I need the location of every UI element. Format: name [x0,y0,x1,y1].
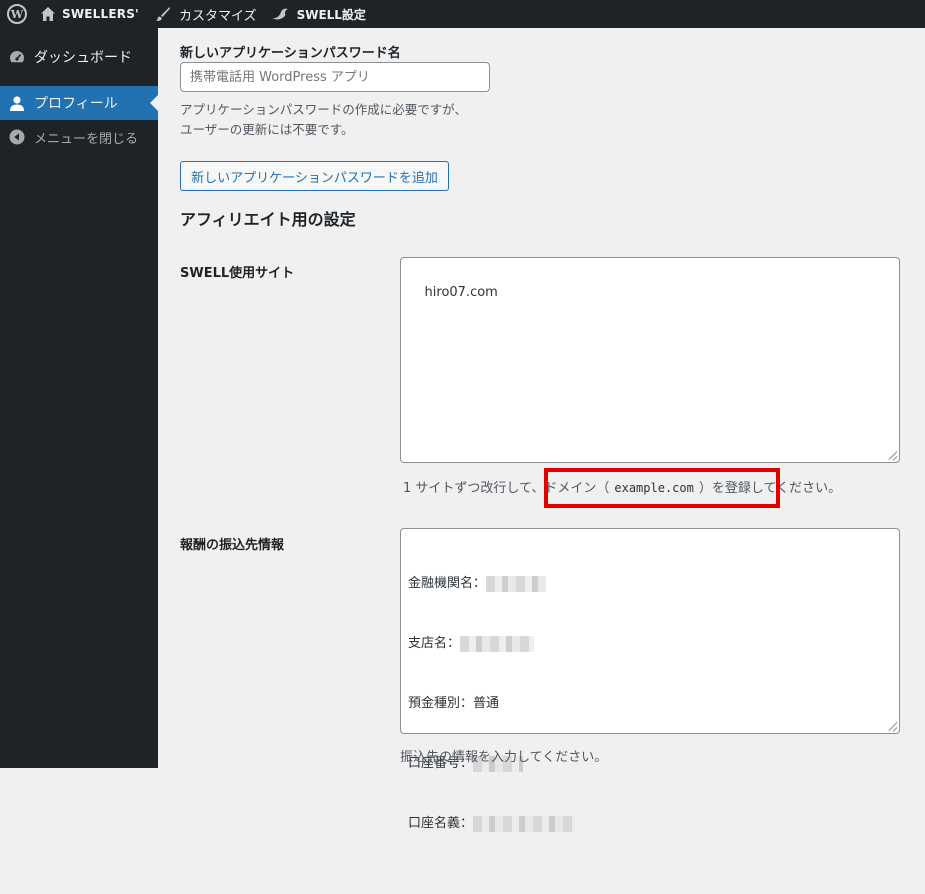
app-password-name-label: 新しいアプリケーションパスワード名 [180,46,401,61]
affiliate-section-title: アフィリエイト用の設定 [180,210,356,229]
app-password-description: アプリケーションパスワードの作成に必要ですが、 ユーザーの更新には不要です。 [180,100,467,140]
sidebar-item-label: プロフィール [34,96,118,112]
bank-line: 支店名： [408,634,892,654]
site-name-label: SWELLERS' [62,7,139,21]
sidebar-item-label: メニューを閉じる [34,131,139,147]
user-icon [8,94,26,112]
bank-line-label: 口座名義： [408,816,474,831]
add-app-password-button[interactable]: 新しいアプリケーションパスワードを追加 [180,161,449,191]
customize-label: カスタマイズ [178,8,257,24]
bank-info-hint: 振込先の情報を入力してください。 [400,750,608,765]
swell-settings-label: SWELL設定 [296,7,366,22]
redacted-value [486,576,547,592]
bank-line-label: 金融機関名： [408,576,487,591]
resize-handle-icon[interactable] [888,722,897,731]
bank-line-label: 預金種別：普通 [408,696,500,711]
wordpress-logo-icon: W [7,4,27,24]
bank-info-textarea[interactable]: 金融機関名： 支店名： 預金種別：普通 口座番号： 口座名義： [400,528,900,832]
bank-line: 金融機関名： [408,574,892,594]
swell-site-value: hiro07.com [424,285,498,300]
description-line: アプリケーションパスワードの作成に必要ですが、 [180,102,468,117]
customize-link[interactable]: カスタマイズ [155,0,257,28]
swell-wave-icon [271,8,288,20]
profile-main-content: 新しいアプリケーションパスワード名 アプリケーションパスワードの作成に必要ですが… [158,28,925,832]
swell-settings-link[interactable]: SWELL設定 [271,0,366,28]
app-password-name-input[interactable] [180,62,490,92]
site-name-link[interactable]: SWELLERS' [40,0,139,28]
sidebar-item-dashboard[interactable]: ダッシュボード [0,40,158,74]
resize-handle-icon[interactable] [888,451,897,460]
admin-sidebar: ダッシュボード プロフィール メニューを閉じる [0,28,158,768]
dashboard-icon [8,48,26,66]
wordpress-logo-menu[interactable]: W [0,0,34,28]
bank-info-label: 報酬の振込先情報 [180,538,285,553]
bank-line: 口座名義： [408,814,892,834]
collapse-icon [8,128,26,146]
swell-site-textarea[interactable]: hiro07.com [400,257,900,463]
redacted-value [473,816,576,832]
brush-icon [155,7,170,21]
home-icon [41,7,55,21]
bank-line-label: 支店名： [408,636,461,651]
sidebar-item-label: ダッシュボード [34,50,132,66]
bank-line: 預金種別：普通 [408,694,892,714]
sidebar-item-profile[interactable]: プロフィール [0,86,158,120]
admin-bar: W SWELLERS' カスタマイズ SWELL設定 [0,0,925,28]
collapse-menu-button[interactable]: メニューを閉じる [0,120,158,154]
red-highlight-box [544,468,780,508]
redacted-value [460,636,535,652]
description-line: ユーザーの更新には不要です。 [180,122,354,137]
swell-site-label: SWELL使用サイト [180,266,295,281]
